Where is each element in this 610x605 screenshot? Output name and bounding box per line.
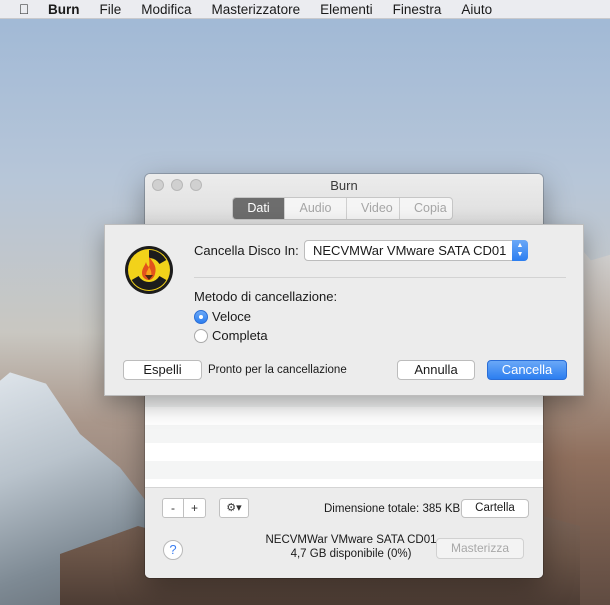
menu-bar:  Burn File Modifica Masterizzatore Elem…	[0, 0, 610, 19]
menu-burn[interactable]: Burn	[48, 2, 80, 17]
radio-button-selected[interactable]	[194, 309, 208, 324]
help-icon[interactable]: ?	[163, 540, 183, 560]
menu-masterizzatore[interactable]: Masterizzatore	[212, 2, 301, 17]
device-select[interactable]: NECVMWar VMware SATA CD01 ▲ ▼	[304, 240, 528, 261]
status-text: Pronto per la cancellazione	[208, 364, 347, 376]
device-free-space: 4,7 GB disponibile (0%)	[290, 548, 412, 560]
burn-radiation-flame-icon	[125, 246, 173, 294]
tab-video[interactable]: Video	[347, 198, 400, 219]
menu-file[interactable]: File	[100, 2, 122, 17]
menu-modifica[interactable]: Modifica	[141, 2, 191, 17]
radio-label-veloce: Veloce	[212, 309, 252, 324]
radio-option-completa[interactable]: Completa	[194, 328, 268, 343]
erase-button[interactable]: Cancella	[487, 360, 567, 380]
total-size-label: Dimensione totale: 385 KB	[324, 503, 461, 515]
device-select-value: NECVMWar VMware SATA CD01	[313, 243, 507, 258]
list-row	[145, 425, 543, 443]
tab-audio[interactable]: Audio	[285, 198, 347, 219]
burn-button[interactable]: Masterizza	[436, 538, 524, 559]
new-folder-button[interactable]: Cartella	[461, 499, 529, 518]
radio-button[interactable]	[194, 328, 208, 343]
add-item-button[interactable]: +	[184, 498, 206, 518]
menu-finestra[interactable]: Finestra	[393, 2, 442, 17]
radio-option-veloce[interactable]: Veloce	[194, 309, 251, 324]
menu-elementi[interactable]: Elementi	[320, 2, 373, 17]
mode-tabs: Dati Audio Video Copia	[232, 197, 453, 220]
tab-dati[interactable]: Dati	[233, 198, 285, 219]
tab-copia[interactable]: Copia	[400, 198, 452, 219]
erase-disc-sheet: Cancella Disco In: NECVMWar VMware SATA …	[104, 224, 584, 396]
device-name: NECVMWar VMware SATA CD01	[265, 534, 437, 546]
title-bar: Burn Dati Audio Video Copia	[145, 174, 543, 226]
gear-menu-button[interactable]: ⚙▾	[219, 498, 249, 518]
remove-item-button[interactable]: -	[162, 498, 184, 518]
list-row	[145, 407, 543, 425]
eject-button[interactable]: Espelli	[123, 360, 202, 380]
device-info: NECVMWar VMware SATA CD01 4,7 GB disponi…	[251, 533, 451, 561]
erase-method-label: Metodo di cancellazione:	[194, 289, 338, 304]
radio-label-completa: Completa	[212, 328, 268, 343]
menu-aiuto[interactable]: Aiuto	[461, 2, 492, 17]
list-row	[145, 461, 543, 479]
list-row	[145, 443, 543, 461]
window-bottom-bar: - + ⚙▾ Dimensione totale: 385 KB Cartell…	[145, 487, 543, 578]
apple-icon[interactable]: 	[14, 1, 34, 17]
separator	[194, 277, 566, 278]
chevron-updown-icon: ▲ ▼	[512, 240, 528, 261]
erase-disk-label: Cancella Disco In:	[194, 243, 299, 258]
cancel-button[interactable]: Annulla	[397, 360, 475, 380]
window-title: Burn	[330, 178, 358, 193]
